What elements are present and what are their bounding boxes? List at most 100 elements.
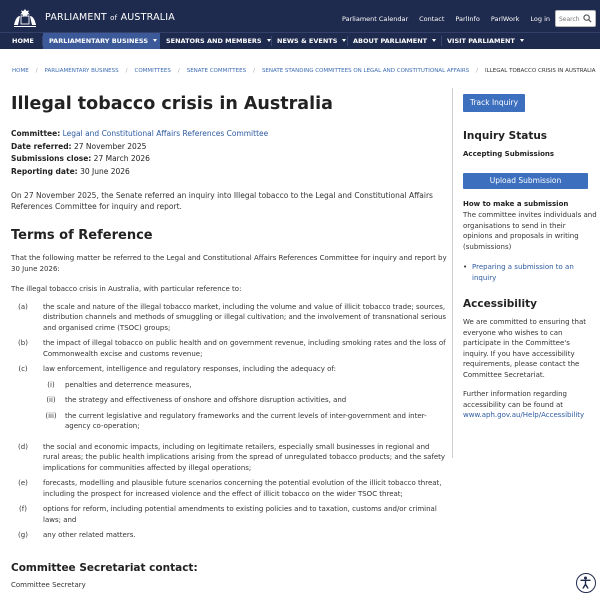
link-parlinfo[interactable]: ParlInfo [455,15,479,23]
meta-reporting-date-value: 30 June 2026 [80,166,130,176]
meta-submissions-close-value: 27 March 2026 [93,154,150,163]
meta-committee: Committee: Legal and Constitutional Affa… [11,128,447,141]
list-item-text: any other related matters. [43,531,136,539]
search-input[interactable] [559,14,583,24]
breadcrumb-separator: / [177,68,180,74]
link-log-in[interactable]: Log in [530,15,550,23]
list-item-label: (f) [19,505,27,513]
nav-visit-parliament[interactable]: VISIT PARLIAMENT [447,33,524,49]
meta-reporting-date-label: Reporting date: [11,166,78,176]
accessibility-heading: Accessibility [463,298,537,310]
sub-list-item: (ii) the strategy and effectiveness of o… [43,395,447,406]
inquiry-status-heading: Inquiry Status [463,130,548,142]
search-icon[interactable] [583,14,592,23]
breadcrumb-committees[interactable]: COMMITTEES [135,68,171,74]
preparing-submission-link[interactable]: Preparing a submission to an inquiry [472,262,597,283]
main-content: Illegal tobacco crisis in Australia Comm… [11,92,447,589]
breadcrumb-separator: / [253,68,255,74]
breadcrumb-home[interactable]: HOME [12,68,29,74]
brand-of: of [110,14,118,22]
list-item-label: (e) [18,479,28,487]
nav-senators-members-label: SENATORS AND MEMBERS [166,37,262,45]
list-item: (c) law enforcement, intelligence and re… [11,364,447,437]
sub-list: (i) penalties and deterrence measures, (… [43,380,447,432]
breadcrumb: HOME / PARLIAMENTARY BUSINESS / COMMITTE… [12,68,596,74]
secretary-label: Committee Secretary [11,580,86,589]
list-item: (e) forecasts, modelling and plausible f… [11,478,447,499]
sub-list-label: (i) [47,380,55,389]
list-item: • Preparing a submission to an inquiry [463,262,597,283]
chevron-down-icon [342,39,347,42]
brand-wordmark[interactable]: PARLIAMENT of AUSTRALIA [45,12,175,23]
how-to-submit-heading: How to make a submission [463,200,569,208]
list-item-label: (b) [18,339,28,347]
link-parlwork[interactable]: ParlWork [491,15,520,23]
sub-list-text: the strategy and effectiveness of onshor… [65,396,347,404]
chevron-down-icon [266,39,271,42]
sub-list-label: (ii) [46,396,56,404]
list-item-text: forecasts, modelling and plausible futur… [43,479,442,498]
chevron-down-icon [153,39,158,42]
nav-about-parliament[interactable]: ABOUT PARLIAMENT [353,33,437,49]
accessibility-link[interactable]: www.aph.gov.au/Help/Accessibility [463,411,584,419]
inquiry-status-value: Accepting Submissions [463,150,555,158]
breadcrumb-parliamentary-business[interactable]: PARLIAMENTARY BUSINESS [45,68,119,74]
meta-date-referred-value: 27 November 2025 [73,141,147,151]
list-item-text: the scale and nature of the illegal toba… [43,302,447,332]
sub-list-text: penalties and deterrence measures, [65,380,192,389]
nav-senators-members[interactable]: SENATORS AND MEMBERS [166,33,271,49]
list-item-label: (d) [18,442,28,451]
main-navigation: HOME PARLIAMENTARY BUSINESS SENATORS AND… [0,32,600,49]
sub-list-item: (i) penalties and deterrence measures, [43,380,447,391]
nav-home-label: HOME [12,37,34,45]
nav-divider [347,36,348,46]
list-item-text: the social and economic impacts, includi… [43,442,446,472]
chevron-down-icon [519,39,524,42]
breadcrumb-separator: / [35,68,38,74]
bullet: • [463,263,468,271]
nav-news-events[interactable]: NEWS & EVENTS [277,33,347,49]
accessibility-further-text: Further information regarding accessibil… [463,390,567,409]
how-to-submit-text: The committee invites individuals and or… [463,211,597,251]
page-title: Illegal tobacco crisis in Australia [11,94,333,114]
committee-link[interactable]: Legal and Constitutional Affairs Referen… [63,129,269,138]
breadcrumb-separator: / [125,68,128,74]
utility-links: Parliament Calendar Contact ParlInfo Par… [342,15,550,23]
upload-submission-button[interactable]: Upload Submission [463,173,588,189]
list-item-label: (c) [18,365,28,373]
brand-main: PARLIAMENT [45,12,107,23]
meta-date-referred-label: Date referred: [11,141,72,151]
list-item-text: options for reform, including potential … [43,505,437,524]
nav-visit-parliament-label: VISIT PARLIAMENT [447,37,515,45]
chevron-down-icon [432,39,437,42]
nav-news-events-label: NEWS & EVENTS [277,37,338,45]
accessibility-text: We are committed to ensuring that everyo… [463,318,586,379]
link-parliament-calendar[interactable]: Parliament Calendar [342,15,408,23]
accessibility-widget-button[interactable] [576,573,596,593]
track-inquiry-button[interactable]: Track Inquiry [463,94,525,112]
tor-subject: The illegal tobacco crisis in Australia,… [11,285,242,293]
terms-of-reference-heading: Terms of Reference [11,228,153,243]
nav-home[interactable]: HOME [12,33,34,49]
meta-submissions-close: Submissions close: 27 March 2026 [11,153,447,166]
tor-paragraph: That the following matter be referred to… [11,254,447,273]
top-header-bar: PARLIAMENT of AUSTRALIA Parliament Calen… [0,0,600,32]
nav-divider [441,36,442,46]
link-contact[interactable]: Contact [419,15,444,23]
accessibility-further: Further information regarding accessibil… [463,389,597,421]
list-item: (f) options for reform, including potent… [11,504,447,525]
column-divider [452,88,453,458]
nav-parliamentary-business[interactable]: PARLIAMENTARY BUSINESS [43,33,160,49]
meta-submissions-close-label: Submissions close: [11,154,92,163]
coat-of-arms-logo[interactable] [10,7,40,29]
list-item: (a) the scale and nature of the illegal … [11,302,447,334]
search-box [555,10,596,27]
sub-list-label: (iii) [45,411,57,420]
nav-divider [271,36,272,46]
breadcrumb-senate-committees[interactable]: SENATE COMMITTEES [187,68,246,74]
list-item-label: (a) [18,302,28,311]
breadcrumb-legal-constitutional[interactable]: SENATE STANDING COMMITTEES ON LEGAL AND … [262,68,469,74]
brand-country: AUSTRALIA [120,12,175,23]
list-item: (g) any other related matters. [11,530,447,541]
secretariat-contact-heading: Committee Secretariat contact: [11,561,198,574]
